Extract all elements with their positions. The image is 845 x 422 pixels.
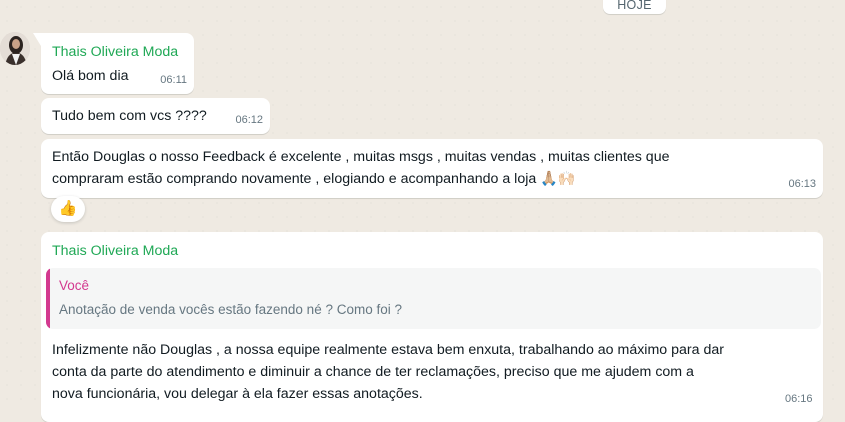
avatar[interactable]	[0, 32, 30, 65]
message-text-line: compraram estão comprando novamente , el…	[52, 171, 576, 187]
message-time: 06:13	[788, 178, 816, 190]
reaction-thumbs-up[interactable]: 👍	[51, 196, 85, 222]
quote-text: Anotação de venda vocês estão fazendo né…	[59, 302, 402, 317]
message-time: 06:16	[785, 393, 813, 405]
message-bubble[interactable]: Tudo bem com vcs ???? 06:12	[41, 98, 270, 134]
message-bubble[interactable]: Thais Oliveira Moda Olá bom dia 06:11	[33, 33, 194, 94]
message-text-line: nova funcionária, vou delegar à ela faze…	[52, 386, 423, 402]
sender-name[interactable]: Thais Oliveira Moda	[52, 43, 178, 62]
message-text-line: Infelizmente não Douglas , a nossa equip…	[52, 342, 724, 358]
message-time: 06:12	[235, 114, 263, 126]
quote-author: Você	[59, 278, 90, 293]
date-separator: HOJE	[603, 0, 666, 14]
message-bubble[interactable]: Então Douglas o nosso Feedback é excelen…	[41, 139, 823, 198]
message-text-line: Então Douglas o nosso Feedback é excelen…	[52, 149, 670, 165]
message-text-line: conta da parte do atendimento e diminuir…	[52, 364, 694, 380]
sender-name[interactable]: Thais Oliveira Moda	[52, 242, 178, 261]
quote-accent-bar	[46, 268, 50, 329]
message-text: Tudo bem com vcs ????	[52, 108, 207, 124]
quoted-message[interactable]: Você Anotação de venda vocês estão fazen…	[46, 268, 821, 329]
message-time: 06:11	[160, 74, 187, 86]
bubble-tail	[33, 33, 41, 46]
message-text: Olá bom dia	[52, 68, 129, 84]
